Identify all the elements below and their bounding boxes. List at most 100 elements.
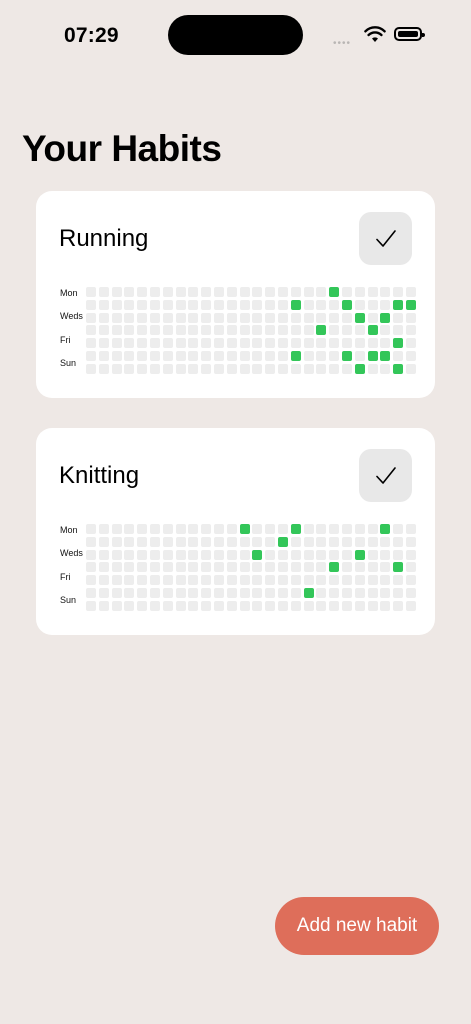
grid-cell — [98, 350, 109, 361]
grid-cell — [239, 363, 250, 374]
grid-cell-completed — [354, 312, 365, 323]
grid-cell — [213, 363, 224, 374]
grid-cell — [341, 312, 352, 323]
grid-cell — [367, 363, 378, 374]
grid-cell — [367, 287, 378, 297]
grid-cell — [137, 350, 148, 361]
grid-cell-completed — [252, 549, 263, 560]
grid-cell — [188, 287, 199, 297]
grid-cell — [111, 562, 122, 573]
grid-cell — [188, 363, 199, 374]
grid-cell — [111, 299, 122, 310]
grid-cell — [303, 325, 314, 336]
grid-cell — [86, 587, 96, 598]
grid-cell — [393, 575, 404, 586]
grid-cell — [162, 524, 173, 534]
grid-cell — [98, 524, 109, 534]
grid-cell — [124, 312, 135, 323]
grid-cell-completed — [367, 325, 378, 336]
grid-cell-completed — [316, 325, 327, 336]
grid-cell — [226, 338, 237, 349]
grid-cell — [124, 562, 135, 573]
grid-cell — [226, 350, 237, 361]
grid-cell — [290, 287, 301, 297]
grid-cell-completed — [367, 350, 378, 361]
habit-card-knitting: Knitting Mon Weds Fri Sun — [36, 428, 435, 635]
grid-cell — [188, 562, 199, 573]
checkmark-icon — [375, 466, 396, 484]
grid-cell — [175, 549, 186, 560]
habit-grid — [86, 287, 416, 374]
grid-cell — [239, 287, 250, 297]
grid-cell — [98, 549, 109, 560]
grid-cell — [303, 536, 314, 547]
grid-cell — [162, 587, 173, 598]
grid-cell — [213, 312, 224, 323]
grid-cell — [329, 325, 340, 336]
check-in-button[interactable] — [359, 449, 412, 502]
grid-cell — [316, 299, 327, 310]
grid-cell — [405, 536, 416, 547]
grid-cell — [175, 325, 186, 336]
grid-cell — [137, 600, 148, 611]
grid-cell — [111, 587, 122, 598]
grid-cell — [137, 363, 148, 374]
grid-cell — [226, 575, 237, 586]
grid-cell-completed — [290, 350, 301, 361]
grid-cell — [213, 549, 224, 560]
grid-cell — [188, 325, 199, 336]
grid-cell — [86, 299, 96, 310]
grid-cell — [341, 549, 352, 560]
grid-cell — [239, 587, 250, 598]
grid-cell — [393, 312, 404, 323]
grid-cell — [213, 325, 224, 336]
wifi-icon — [364, 26, 386, 42]
grid-cell — [265, 587, 276, 598]
grid-cell — [329, 350, 340, 361]
grid-cell — [252, 350, 263, 361]
grid-cell-completed — [277, 536, 288, 547]
grid-cell — [149, 587, 160, 598]
grid-cell — [226, 299, 237, 310]
grid-cell — [290, 575, 301, 586]
grid-cell — [393, 350, 404, 361]
grid-cell — [162, 299, 173, 310]
grid-cell — [405, 325, 416, 336]
grid-cell — [354, 350, 365, 361]
grid-cell — [213, 350, 224, 361]
grid-cell — [380, 536, 391, 547]
grid-cell — [329, 600, 340, 611]
grid-cell — [98, 325, 109, 336]
grid-cell — [149, 350, 160, 361]
grid-cell — [86, 363, 96, 374]
grid-cell — [265, 299, 276, 310]
grid-cell — [393, 549, 404, 560]
grid-cell — [149, 549, 160, 560]
grid-cell — [162, 549, 173, 560]
grid-cell — [329, 536, 340, 547]
grid-cell — [329, 575, 340, 586]
check-in-button[interactable] — [359, 212, 412, 265]
grid-cell — [226, 587, 237, 598]
grid-cell — [201, 562, 212, 573]
battery-icon — [394, 27, 425, 41]
grid-cell-completed — [341, 350, 352, 361]
grid-cell — [393, 287, 404, 297]
grid-cell — [329, 338, 340, 349]
grid-cell — [303, 299, 314, 310]
grid-cell — [393, 524, 404, 534]
add-habit-button[interactable]: Add new habit — [275, 897, 439, 955]
grid-cell — [341, 587, 352, 598]
grid-cell — [149, 287, 160, 297]
grid-cell — [226, 287, 237, 297]
grid-cell-completed — [290, 524, 301, 534]
grid-cell — [405, 524, 416, 534]
grid-cell-completed — [380, 312, 391, 323]
grid-cell — [239, 325, 250, 336]
grid-cell — [149, 299, 160, 310]
grid-cell — [188, 536, 199, 547]
grid-cell — [393, 587, 404, 598]
day-label-fri: Fri — [60, 335, 71, 345]
grid-cell — [265, 562, 276, 573]
grid-cell — [111, 287, 122, 297]
